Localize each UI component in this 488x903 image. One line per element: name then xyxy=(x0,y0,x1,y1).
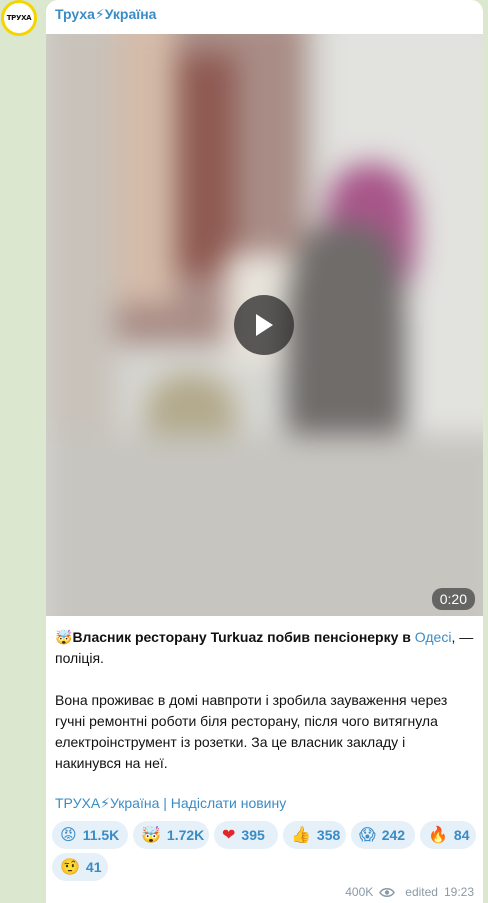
view-count: 400K xyxy=(345,885,374,899)
play-button[interactable] xyxy=(234,295,294,355)
channel-name[interactable]: Труха⚡Україна xyxy=(55,6,156,23)
reaction-scream[interactable]: 😱 242 xyxy=(351,821,415,849)
raised-eyebrow-icon: 🤨 xyxy=(60,857,80,876)
message-meta: 400K edited 19:23 xyxy=(345,885,474,899)
exploding-head-icon: 🤯 xyxy=(141,825,161,844)
message-bubble: Труха⚡Україна 0:20 🤯Власник ресторану Tu… xyxy=(46,0,483,903)
video-duration: 0:20 xyxy=(431,588,475,610)
reaction-raised-eyebrow[interactable]: 🤨 41 xyxy=(52,853,108,881)
thumbs-up-icon: 👍 xyxy=(291,825,311,844)
footer-separator: | xyxy=(159,795,171,811)
message-body: Вона проживає в домі навпроти і зробила … xyxy=(55,692,448,771)
angry-face-icon: 😡 xyxy=(60,825,77,844)
screaming-face-icon: 😱 xyxy=(359,825,376,844)
footer-links: ТРУХА⚡Україна | Надіслати новину xyxy=(55,795,286,812)
reaction-fire[interactable]: 🔥 84 xyxy=(420,821,476,849)
reaction-count: 1.72K xyxy=(166,827,205,843)
reaction-heart[interactable]: ❤ 395 xyxy=(214,821,278,849)
reaction-count: 41 xyxy=(85,859,102,875)
reaction-angry[interactable]: 😡 11.5K xyxy=(52,821,128,849)
exploding-head-emoji: 🤯 xyxy=(55,629,73,645)
play-icon xyxy=(256,314,273,336)
message-time: 19:23 xyxy=(443,885,474,899)
message-text: 🤯Власник ресторану Turkuaz побив пенсіон… xyxy=(55,627,475,774)
footer-submit-link[interactable]: Надіслати новину xyxy=(171,795,286,811)
video-player[interactable]: 0:20 xyxy=(46,34,483,616)
reaction-count: 242 xyxy=(381,827,406,843)
reaction-count: 84 xyxy=(453,827,470,843)
eye-icon xyxy=(379,887,396,897)
footer-channel-link[interactable]: ТРУХА⚡Україна xyxy=(55,795,159,811)
reaction-thumbs-up[interactable]: 👍 358 xyxy=(283,821,346,849)
reaction-count: 358 xyxy=(316,827,341,843)
heart-icon: ❤ xyxy=(222,825,236,844)
reaction-exploding-head[interactable]: 🤯 1.72K xyxy=(133,821,209,849)
headline-bold: Власник ресторану Turkuaz побив пенсіоне… xyxy=(72,629,415,645)
edited-label: edited xyxy=(405,885,438,899)
odesa-link[interactable]: Одесі xyxy=(415,629,452,645)
reaction-count: 395 xyxy=(241,827,265,843)
message-headline: 🤯Власник ресторану Turkuaz побив пенсіон… xyxy=(55,627,475,669)
avatar-text: ТРУХА xyxy=(6,14,32,22)
channel-avatar[interactable]: ТРУХА xyxy=(1,0,37,36)
reaction-count: 11.5K xyxy=(82,827,120,843)
fire-icon: 🔥 xyxy=(428,825,448,844)
